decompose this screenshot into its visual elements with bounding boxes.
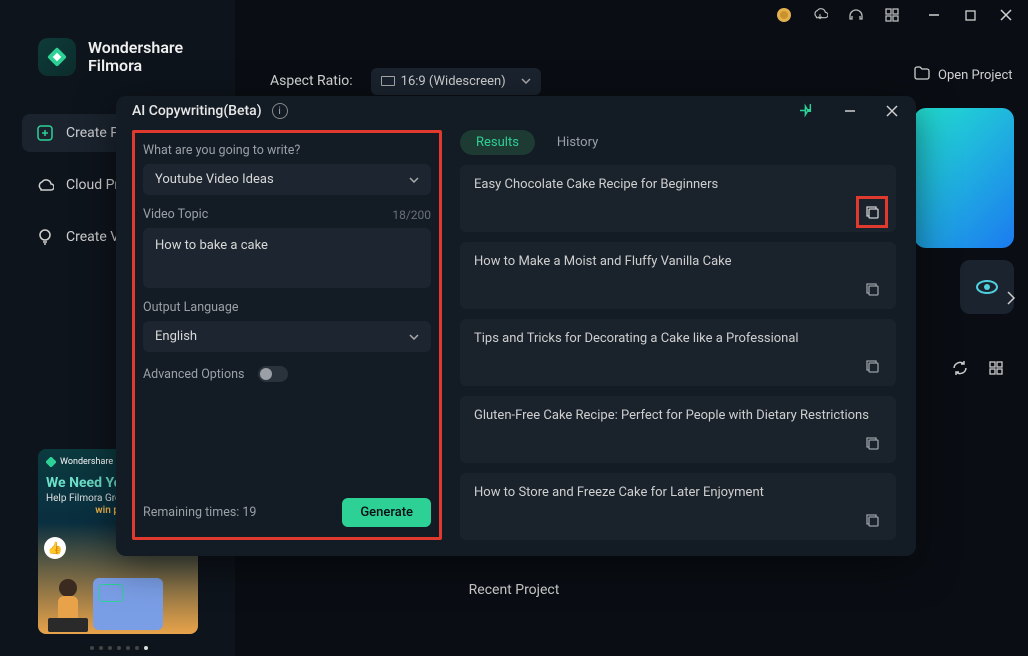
promo-image — [93, 578, 163, 630]
recent-project-label: Recent Project — [469, 582, 560, 598]
advanced-options-toggle[interactable] — [258, 366, 288, 382]
ai-copywriting-modal: AI Copywriting(Beta) i What are you goin… — [116, 96, 916, 556]
chevron-down-icon — [409, 334, 419, 340]
result-item: How to Store and Freeze Cake for Later E… — [460, 473, 896, 540]
modal-close-button[interactable] — [884, 103, 900, 119]
headset-icon[interactable] — [848, 7, 864, 23]
apps-icon[interactable] — [884, 7, 900, 23]
sidebar-item-label: Create Video — [66, 229, 116, 245]
open-project-label: Open Project — [938, 68, 1014, 83]
folder-icon — [914, 66, 930, 84]
grid-icon[interactable] — [988, 360, 1006, 378]
generation-form: What are you going to write? Youtube Vid… — [132, 130, 442, 540]
logo-mark-icon — [38, 38, 76, 76]
lightbulb-icon — [36, 228, 54, 246]
write-type-value: Youtube Video Ideas — [155, 172, 274, 187]
aspect-ratio-select[interactable]: 16:9 (Widescreen) — [371, 68, 541, 95]
copy-button[interactable] — [862, 356, 882, 376]
refresh-icon[interactable] — [952, 360, 970, 378]
language-select[interactable]: English — [143, 321, 431, 352]
modal-header: AI Copywriting(Beta) i — [116, 96, 916, 126]
right-tools — [952, 360, 1006, 378]
generate-button[interactable]: Generate — [342, 498, 431, 527]
info-icon[interactable]: i — [272, 103, 288, 119]
minimize-button[interactable] — [926, 7, 942, 23]
aspect-ratio-value: 16:9 (Widescreen) — [401, 74, 506, 89]
result-item: Tips and Tricks for Decorating a Cake li… — [460, 319, 896, 386]
result-item: Easy Chocolate Cake Recipe for Beginners — [460, 165, 896, 232]
language-value: English — [155, 329, 197, 344]
topic-char-count: 18/200 — [392, 208, 431, 222]
promo-illustration — [44, 574, 92, 634]
tab-history[interactable]: History — [541, 130, 614, 155]
chevron-down-icon — [521, 78, 531, 84]
advanced-options-label: Advanced Options — [143, 367, 244, 382]
remaining-count: Remaining times: 19 — [143, 505, 256, 520]
plus-square-icon — [36, 124, 54, 142]
promo-pagination[interactable] — [90, 646, 148, 650]
results-list[interactable]: Easy Chocolate Cake Recipe for Beginners… — [460, 165, 900, 540]
carousel-next-arrow[interactable] — [1006, 290, 1016, 310]
copy-button[interactable] — [862, 279, 882, 299]
copy-button[interactable] — [862, 433, 882, 453]
cloud-icon — [36, 176, 54, 194]
maximize-button[interactable] — [962, 7, 978, 23]
brand-line1: Wondershare — [88, 39, 183, 57]
result-text: Easy Chocolate Cake Recipe for Beginners — [474, 177, 882, 192]
coin-icon[interactable] — [776, 7, 792, 23]
topic-label: Video Topic — [143, 207, 208, 222]
copy-button[interactable] — [862, 510, 882, 530]
cloud-download-icon[interactable] — [812, 7, 828, 23]
result-tabs: Results History — [460, 130, 900, 155]
thumbs-up-icon: 👍 — [44, 537, 66, 559]
result-text: Tips and Tricks for Decorating a Cake li… — [474, 331, 882, 346]
sidebar-item-label: Cloud Project — [66, 177, 116, 193]
topic-input[interactable]: How to bake a cake — [143, 228, 431, 288]
write-type-select[interactable]: Youtube Video Ideas — [143, 164, 431, 195]
copy-button[interactable] — [862, 202, 882, 222]
result-item: How to Make a Moist and Fluffy Vanilla C… — [460, 242, 896, 309]
pin-icon[interactable] — [800, 103, 816, 119]
topic-value: How to bake a cake — [155, 238, 268, 253]
result-text: How to Make a Moist and Fluffy Vanilla C… — [474, 254, 882, 269]
brand-line2: Filmora — [88, 57, 183, 75]
open-project-button[interactable]: Open Project — [914, 66, 1014, 84]
sidebar-item-label: Create Project — [66, 125, 116, 141]
window-controls — [926, 7, 1014, 23]
tab-results[interactable]: Results — [460, 130, 535, 155]
chevron-down-icon — [409, 177, 419, 183]
result-item: Gluten-Free Cake Recipe: Perfect for Peo… — [460, 396, 896, 463]
close-button[interactable] — [998, 7, 1014, 23]
language-label: Output Language — [143, 300, 431, 315]
modal-title: AI Copywriting(Beta) — [132, 103, 262, 119]
aspect-ratio-label: Aspect Ratio: — [270, 73, 353, 89]
write-type-label: What are you going to write? — [143, 143, 431, 158]
result-text: Gluten-Free Cake Recipe: Perfect for Peo… — [474, 408, 882, 423]
main-topbar: Aspect Ratio: 16:9 (Widescreen) Open Pro… — [270, 66, 1014, 96]
result-text: How to Store and Freeze Cake for Later E… — [474, 485, 882, 500]
brand-name: Wondershare Filmora — [88, 39, 183, 76]
project-thumbnail[interactable] — [914, 108, 1014, 248]
modal-minimize-button[interactable] — [842, 103, 858, 119]
results-pane: Results History Easy Chocolate Cake Reci… — [460, 130, 900, 540]
app-logo: Wondershare Filmora — [0, 30, 235, 96]
